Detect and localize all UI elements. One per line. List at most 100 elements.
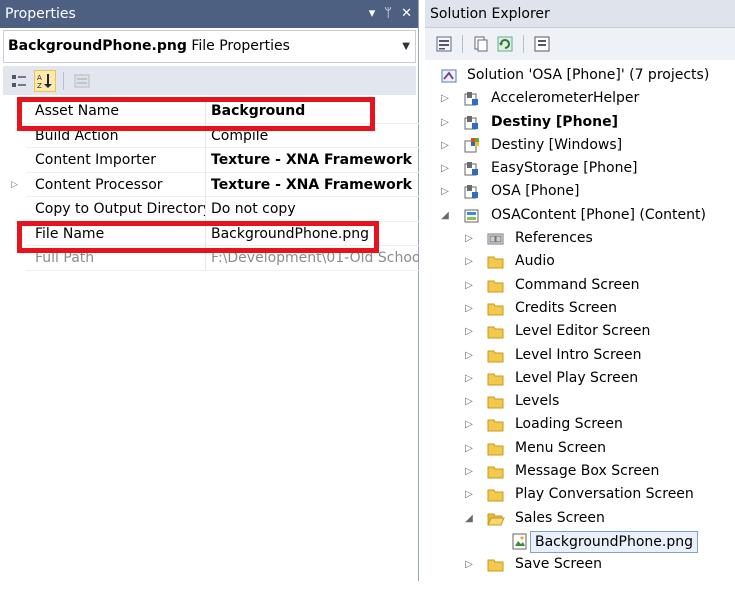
folder-icon: [487, 440, 505, 457]
tree-item[interactable]: ▷ Destiny [Windows]: [425, 134, 735, 157]
property-value[interactable]: Do not copy: [206, 197, 419, 222]
refresh-button[interactable]: [496, 35, 514, 53]
tree-item-label: EasyStorage [Phone]: [491, 160, 638, 177]
expand-arrow-icon[interactable]: ▷: [463, 460, 475, 483]
tree-item-label: Loading Screen: [515, 416, 623, 433]
object-selector[interactable]: BackgroundPhone.png File Properties ▼: [3, 30, 416, 63]
solution-explorer-panel: Solution Explorer Solution 'OSA [Phone]'…: [425, 0, 735, 581]
solution-tree: Solution 'OSA [Phone]' (7 projects) ▷ Acce…: [425, 64, 735, 577]
expand-arrow-icon[interactable]: ▷: [463, 297, 475, 320]
tree-item[interactable]: ▷ OSA [Phone]: [425, 180, 735, 203]
expand-arrow-icon[interactable]: ▷: [463, 367, 475, 390]
property-pages-icon: [74, 74, 90, 87]
properties-button[interactable]: [435, 35, 453, 53]
tree-item-label: Level Play Screen: [515, 369, 639, 386]
tree-item[interactable]: BackgroundPhone.png: [425, 530, 735, 553]
highlight-asset-name: [17, 97, 375, 131]
tree-item-label: Levels: [515, 393, 560, 410]
tree-item[interactable]: Solution 'OSA [Phone]' (7 projects): [425, 64, 735, 87]
tree-item[interactable]: ▷ Play Conversation Screen: [425, 483, 735, 506]
phone-project-icon: [463, 90, 481, 107]
selected-object-type: File Properties: [191, 38, 290, 54]
expand-arrow-icon[interactable]: ▷: [463, 413, 475, 436]
tree-item[interactable]: ▷ Command Screen: [425, 274, 735, 297]
window-dropdown-icon[interactable]: ▾: [369, 0, 376, 28]
tree-item[interactable]: ▷ Audio: [425, 250, 735, 273]
toolbar-separator: [523, 35, 524, 53]
tree-item[interactable]: ▷ Destiny [Phone]: [425, 111, 735, 134]
tree-item-label: Sales Screen: [515, 509, 605, 526]
tree-item[interactable]: ▷ Message Box Screen: [425, 460, 735, 483]
windows-project-icon: [463, 137, 481, 154]
tree-item[interactable]: ▷ EasyStorage [Phone]: [425, 157, 735, 180]
expand-arrow-icon[interactable]: ▷: [463, 250, 475, 273]
folder-icon: [487, 253, 505, 270]
tree-item[interactable]: ▷ Levels: [425, 390, 735, 413]
expand-arrow-icon[interactable]: ▷: [439, 111, 451, 134]
property-row-content-processor[interactable]: ▷ Content Processor Texture - XNA Framew…: [3, 172, 419, 198]
class-diagram-icon: [534, 36, 550, 52]
tree-item[interactable]: ▷ Menu Screen: [425, 437, 735, 460]
property-row-copy-to-output[interactable]: Copy to Output Directory Do not copy: [3, 197, 419, 222]
property-value[interactable]: Texture - XNA Framework: [206, 148, 419, 173]
folder-icon: [487, 300, 505, 317]
expand-arrow-icon[interactable]: ▷: [439, 134, 451, 157]
property-pages-button[interactable]: [71, 70, 93, 92]
expand-arrow-icon[interactable]: ▷: [463, 390, 475, 413]
categorized-icon: [12, 74, 26, 87]
expand-arrow-icon[interactable]: ▷: [439, 87, 451, 110]
tree-item[interactable]: ◢ Sales Screen: [425, 507, 735, 530]
references-icon: [487, 230, 505, 247]
tree-item[interactable]: ▷ Credits Screen: [425, 297, 735, 320]
expand-arrow-icon[interactable]: ▷: [463, 227, 475, 250]
property-row-content-importer[interactable]: Content Importer Texture - XNA Framework: [3, 148, 419, 173]
tree-item-label: Play Conversation Screen: [515, 486, 694, 503]
folder-open-icon: [487, 510, 505, 527]
show-all-files-button[interactable]: [472, 35, 490, 53]
expand-arrow-icon[interactable]: ▷: [439, 157, 451, 180]
collapse-arrow-icon[interactable]: ◢: [439, 204, 451, 227]
tree-item[interactable]: ▷ Level Play Screen: [425, 367, 735, 390]
phone-project-icon: [463, 160, 481, 177]
folder-icon: [487, 370, 505, 387]
close-icon[interactable]: ✕: [401, 0, 412, 28]
phone-project-icon: [463, 183, 481, 200]
expand-arrow-icon[interactable]: ▷: [463, 483, 475, 506]
tree-item[interactable]: ▷ AccelerometerHelper: [425, 87, 735, 110]
alphabetical-button[interactable]: A Z: [34, 69, 56, 92]
properties-icon: [436, 36, 452, 52]
property-value[interactable]: Texture - XNA Framework: [206, 173, 419, 197]
tree-item[interactable]: ▷ Level Editor Screen: [425, 320, 735, 343]
solution-explorer-toolbar: [425, 28, 735, 60]
toolbar-separator: [63, 71, 64, 90]
tree-item-label: Solution 'OSA [Phone]' (7 projects): [467, 67, 710, 83]
tree-item-label: Command Screen: [515, 276, 640, 293]
properties-toolbar: A Z: [3, 66, 416, 95]
solution-explorer-titlebar: Solution Explorer: [425, 0, 735, 28]
folder-icon: [487, 556, 505, 573]
tree-item[interactable]: ▷ Save Screen: [425, 553, 735, 576]
expand-arrow-icon[interactable]: ▷: [463, 344, 475, 367]
tree-item[interactable]: ◢ OSAContent [Phone] (Content): [425, 204, 735, 227]
properties-window-buttons: ▾ ᛘ ✕: [369, 0, 412, 28]
tree-item[interactable]: ▷ Loading Screen: [425, 413, 735, 436]
folder-icon: [487, 393, 505, 410]
expand-arrow-icon[interactable]: ▷: [439, 180, 451, 203]
tree-item-label: OSA [Phone]: [491, 183, 580, 200]
collapse-arrow-icon[interactable]: ◢: [463, 507, 475, 530]
pin-icon[interactable]: ᛘ: [384, 0, 392, 28]
expand-arrow-icon[interactable]: ▷: [463, 274, 475, 297]
expand-arrow-icon[interactable]: ▷: [463, 437, 475, 460]
view-class-diagram-button[interactable]: [533, 35, 551, 53]
tree-item[interactable]: ▷ References: [425, 227, 735, 250]
categorized-button[interactable]: [8, 70, 30, 92]
chevron-down-icon[interactable]: ▼: [402, 31, 410, 62]
expand-arrow-icon[interactable]: ▷: [463, 320, 475, 343]
folder-icon: [487, 463, 505, 480]
solution-icon: [441, 67, 459, 84]
tree-item-label: OSAContent [Phone] (Content): [491, 206, 706, 223]
expand-arrow-icon[interactable]: ▷: [3, 173, 26, 198]
tree-item[interactable]: ▷ Level Intro Screen: [425, 344, 735, 367]
properties-titlebar: Properties ▾ ᛘ ✕: [0, 0, 418, 28]
expand-arrow-icon[interactable]: ▷: [463, 553, 475, 576]
